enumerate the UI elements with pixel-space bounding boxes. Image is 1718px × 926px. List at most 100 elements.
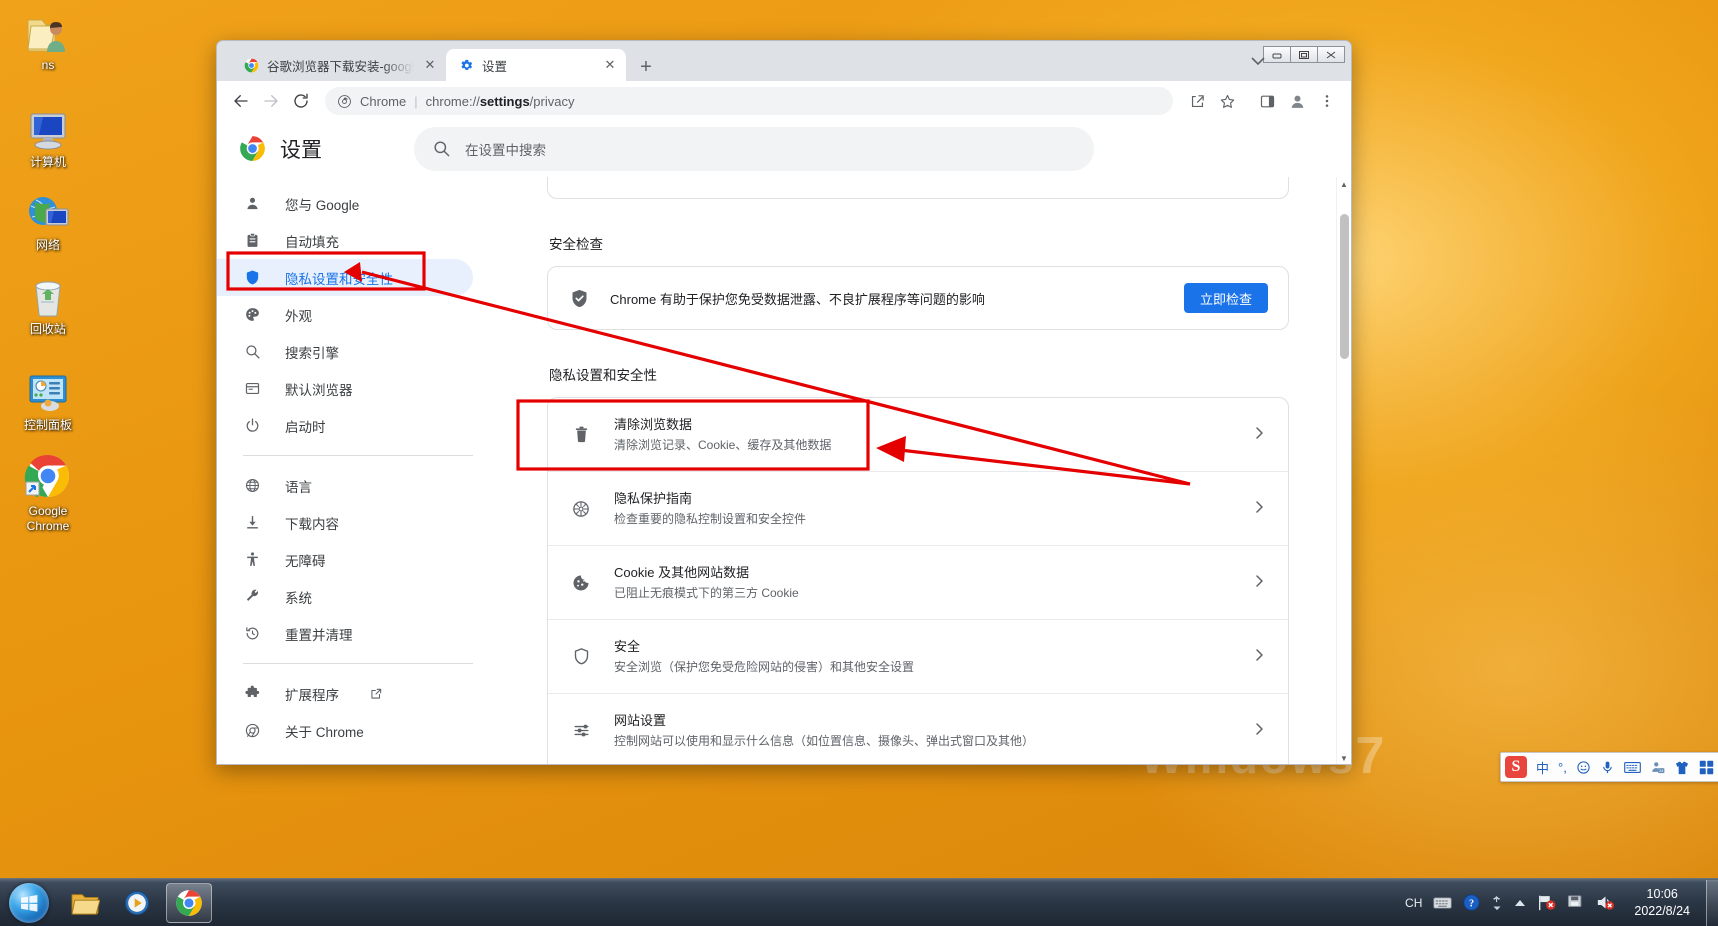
start-orb-icon[interactable] bbox=[9, 882, 49, 923]
chevron-right-icon[interactable] bbox=[1254, 426, 1266, 443]
history-restore-icon bbox=[243, 625, 261, 642]
back-button[interactable] bbox=[227, 87, 255, 115]
chinese-mode-icon[interactable]: 中 bbox=[1536, 758, 1549, 777]
chevron-down-icon[interactable] bbox=[1251, 55, 1265, 69]
row-clear-browsing-data[interactable]: 清除浏览数据 清除浏览记录、Cookie、缓存及其他数据 bbox=[548, 398, 1288, 472]
desktop-icon-computer[interactable]: 计算机 bbox=[6, 103, 90, 170]
scrollbar-track[interactable] bbox=[1337, 192, 1351, 751]
row-security[interactable]: 安全 安全浏览（保护您免受危险网站的侵害）和其他安全设置 bbox=[548, 620, 1288, 694]
desktop-icon-ns[interactable]: ns bbox=[6, 6, 90, 73]
desktop-icon-label: 控制面板 bbox=[23, 418, 72, 432]
show-desktop-button[interactable] bbox=[1706, 879, 1718, 926]
sidebar-item-about-chrome[interactable]: 关于 Chrome bbox=[217, 712, 473, 749]
sidebar-item-downloads[interactable]: 下载内容 bbox=[217, 504, 473, 541]
check-now-button[interactable]: 立即检查 bbox=[1183, 283, 1268, 313]
emoji-icon[interactable] bbox=[1576, 760, 1591, 775]
new-tab-button[interactable]: + bbox=[632, 53, 660, 81]
sidebar-item-default-browser[interactable]: 默认浏览器 bbox=[217, 370, 473, 407]
taskbar-explorer[interactable] bbox=[62, 883, 108, 923]
scrollbar-thumb[interactable] bbox=[1340, 214, 1349, 359]
sidebar-item-languages[interactable]: 语言 bbox=[217, 467, 473, 504]
desktop-icon-recycle-bin[interactable]: 回收站 bbox=[6, 270, 90, 337]
sidebar-item-accessibility[interactable]: 无障碍 bbox=[217, 541, 473, 578]
extension-puzzle-icon bbox=[243, 685, 261, 702]
desktop-icon-network[interactable]: 网络 bbox=[6, 186, 90, 253]
privacy-settings-card: 清除浏览数据 清除浏览记录、Cookie、缓存及其他数据 隐私保护指南 检查重要… bbox=[547, 397, 1289, 764]
settings-content-region: 您与 Google 自动填充 隐私设置和安全性 外观 搜索引擎 默认浏览器 启动… bbox=[217, 177, 1351, 764]
star-icon[interactable] bbox=[1213, 87, 1241, 115]
sidebar-item-you-and-google[interactable]: 您与 Google bbox=[217, 185, 473, 222]
profile-avatar-icon[interactable] bbox=[1283, 87, 1311, 115]
soft-keyboard-icon[interactable] bbox=[1623, 761, 1641, 774]
tab-settings[interactable]: 设置 ✕ bbox=[446, 49, 626, 81]
punctuation-icon[interactable]: °, bbox=[1558, 760, 1567, 775]
control-panel-icon bbox=[6, 366, 90, 414]
safety-check-row: Chrome 有助于保护您免受数据泄露、不良扩展程序等问题的影响 立即检查 bbox=[548, 267, 1288, 329]
sidebar-item-privacy-and-security[interactable]: 隐私设置和安全性 bbox=[217, 259, 473, 296]
chevron-right-icon[interactable] bbox=[1254, 722, 1266, 739]
vertical-scrollbar[interactable]: ▲ ▼ bbox=[1336, 177, 1351, 764]
three-dot-menu-icon[interactable] bbox=[1313, 87, 1341, 115]
search-input[interactable]: 在设置中搜索 bbox=[465, 139, 546, 159]
row-subtitle: 清除浏览记录、Cookie、缓存及其他数据 bbox=[614, 437, 832, 452]
row-text: Cookie 及其他网站数据 已阻止无痕模式下的第三方 Cookie bbox=[614, 563, 1232, 603]
volume-muted-icon[interactable] bbox=[1596, 894, 1615, 911]
safety-check-title: 安全检查 bbox=[549, 237, 603, 252]
safely-remove-icon[interactable] bbox=[1567, 894, 1585, 911]
sidebar-item-appearance[interactable]: 外观 bbox=[217, 296, 473, 333]
sidebar-item-extensions[interactable]: 扩展程序 bbox=[217, 675, 473, 712]
sidebar-item-autofill[interactable]: 自动填充 bbox=[217, 222, 473, 259]
taskbar-media-player[interactable] bbox=[114, 883, 160, 923]
address-bar[interactable]: Chrome | chrome://settings/privacy bbox=[325, 87, 1173, 115]
settings-search-box[interactable]: 在设置中搜索 bbox=[414, 126, 1094, 171]
close-icon[interactable]: ✕ bbox=[602, 57, 618, 73]
taskbar-clock[interactable]: 10:06 2022/8/24 bbox=[1626, 886, 1698, 920]
start-button[interactable] bbox=[2, 880, 56, 926]
reload-button[interactable] bbox=[287, 87, 315, 115]
sidebar-item-search-engine[interactable]: 搜索引擎 bbox=[217, 333, 473, 370]
sogou-ime-toolbar[interactable]: S 中 °, 24 bbox=[1500, 752, 1718, 782]
row-cookies-and-site-data[interactable]: Cookie 及其他网站数据 已阻止无痕模式下的第三方 Cookie bbox=[548, 546, 1288, 620]
tab-google-download[interactable]: 谷歌浏览器下载安装-google chr ✕ bbox=[231, 49, 446, 81]
help-icon[interactable]: ? bbox=[1463, 894, 1480, 911]
skin-icon[interactable] bbox=[1674, 760, 1690, 775]
sidebar-item-reset-and-cleanup[interactable]: 重置并清理 bbox=[217, 615, 473, 652]
svg-text:24: 24 bbox=[1659, 769, 1663, 773]
row-privacy-guide[interactable]: 隐私保护指南 检查重要的隐私控制设置和安全控件 bbox=[548, 472, 1288, 546]
sidebar-item-label: 您与 Google bbox=[285, 197, 360, 213]
tab-title: 设置 bbox=[482, 59, 508, 74]
desktop-icon-control-panel[interactable]: 控制面板 bbox=[6, 366, 90, 433]
network-error-icon[interactable] bbox=[1537, 894, 1556, 911]
desktop-icon-label: 计算机 bbox=[29, 155, 66, 169]
row-text: 清除浏览数据 清除浏览记录、Cookie、缓存及其他数据 bbox=[614, 415, 1232, 455]
toolbox-grid-icon[interactable] bbox=[1699, 760, 1714, 775]
row-site-settings[interactable]: 网站设置 控制网站可以使用和显示什么信息（如位置信息、摄像头、弹出式窗口及其他） bbox=[548, 694, 1288, 764]
scroll-down-arrow[interactable]: ▼ bbox=[1337, 751, 1351, 764]
input-language-indicator[interactable]: CH bbox=[1405, 896, 1422, 910]
open-in-new-icon[interactable] bbox=[369, 687, 383, 701]
taskbar-chrome[interactable] bbox=[166, 882, 212, 923]
scroll-up-arrow[interactable]: ▲ bbox=[1337, 177, 1351, 192]
forward-button[interactable] bbox=[257, 87, 285, 115]
chevron-right-icon[interactable] bbox=[1254, 648, 1266, 665]
keyboard-icon[interactable] bbox=[1433, 896, 1452, 910]
desktop-icon-google-chrome[interactable]: Google Chrome bbox=[6, 452, 90, 534]
sidebar-item-label: 搜索引擎 bbox=[285, 345, 339, 361]
close-icon[interactable]: ✕ bbox=[422, 57, 438, 73]
expand-tray-icon[interactable] bbox=[1514, 898, 1526, 908]
user-center-icon[interactable]: 24 bbox=[1650, 760, 1665, 775]
chevron-right-icon[interactable] bbox=[1254, 574, 1266, 591]
sidebar-item-on-startup[interactable]: 启动时 bbox=[217, 407, 473, 444]
chevron-right-icon[interactable] bbox=[1254, 500, 1266, 517]
share-icon[interactable] bbox=[1183, 87, 1211, 115]
desktop-icon-label: 网络 bbox=[35, 238, 60, 252]
privacy-guide-icon bbox=[570, 499, 592, 519]
search-icon bbox=[243, 343, 261, 360]
sogou-s-logo[interactable]: S bbox=[1505, 756, 1527, 778]
sidebar-item-system[interactable]: 系统 bbox=[217, 578, 473, 615]
show-hidden-icons-icon[interactable] bbox=[1491, 895, 1503, 911]
microphone-icon[interactable] bbox=[1600, 760, 1615, 775]
url-suffix: /privacy bbox=[529, 93, 575, 109]
side-panel-icon[interactable] bbox=[1253, 87, 1281, 115]
sync-promo-card: 开始设置 不用了，谢谢 bbox=[547, 177, 1289, 199]
